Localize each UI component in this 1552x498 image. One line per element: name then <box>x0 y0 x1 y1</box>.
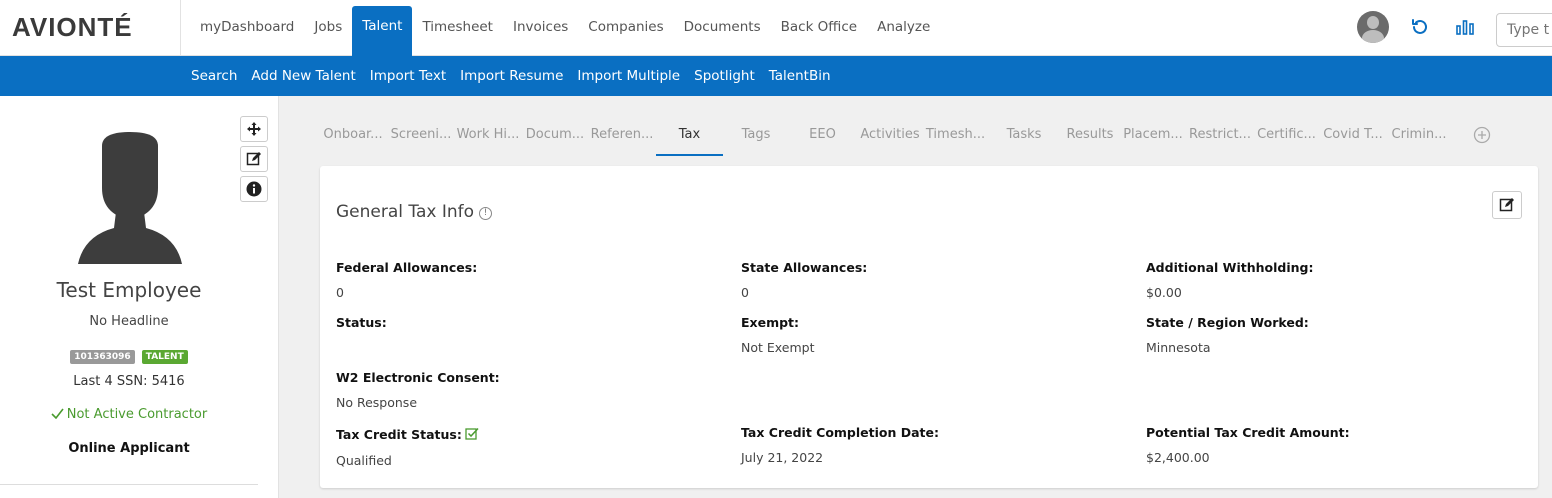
tab-tax[interactable]: Tax <box>656 118 723 156</box>
info-icon <box>246 181 262 197</box>
contractor-status: Not Active Contractor <box>0 407 258 422</box>
nav-item-mydashboard[interactable]: myDashboard <box>190 0 304 56</box>
nav-item-companies[interactable]: Companies <box>578 0 673 56</box>
panel-divider <box>0 484 258 485</box>
federal-allowances-label: Federal Allowances: <box>336 260 478 275</box>
w2-consent-label: W2 Electronic Consent: <box>336 370 500 385</box>
additional-withholding-label: Additional Withholding: <box>1146 260 1314 275</box>
tax-credit-status-label: Tax Credit Status: <box>336 427 479 442</box>
app-logo[interactable]: AVIONTÉ <box>12 12 133 43</box>
nav-item-jobs[interactable]: Jobs <box>304 0 352 56</box>
tax-credit-status-label-text: Tax Credit Status: <box>336 427 462 442</box>
applicant-source: Online Applicant <box>68 441 190 456</box>
subnav-spotlight[interactable]: Spotlight <box>687 56 762 96</box>
edit-profile-button[interactable] <box>240 146 268 172</box>
global-search-input[interactable] <box>1496 13 1552 47</box>
employee-headline: No Headline <box>89 314 169 329</box>
exempt-value: Not Exempt <box>741 340 815 355</box>
sub-nav: Search Add New Talent Import Text Import… <box>184 56 838 96</box>
move-button[interactable] <box>240 116 268 142</box>
info-button[interactable] <box>240 176 268 202</box>
tax-credit-amount-value: $2,400.00 <box>1146 450 1210 465</box>
info-outline-icon[interactable]: ! <box>479 207 493 220</box>
nav-item-invoices[interactable]: Invoices <box>503 0 578 56</box>
add-tab-icon[interactable] <box>1473 126 1491 144</box>
tab-documents[interactable]: Docum... <box>522 118 588 156</box>
talent-badge: TALENT <box>141 350 188 364</box>
badge-row: 101363096 TALENT <box>0 344 258 364</box>
nav-item-talent[interactable]: Talent <box>352 6 413 56</box>
tab-work-history[interactable]: Work Hi... <box>454 118 522 156</box>
id-badge: 101363096 <box>70 350 135 364</box>
checkbox-check-icon <box>465 427 479 440</box>
tab-covid-testing[interactable]: Covid T... <box>1320 118 1386 156</box>
bar-chart-icon[interactable] <box>1454 16 1476 38</box>
tab-onboarding[interactable]: Onboar... <box>318 118 388 156</box>
tax-credit-amount-label: Potential Tax Credit Amount: <box>1146 425 1350 440</box>
tab-criminal[interactable]: Crimin... <box>1386 118 1452 156</box>
logo-divider <box>180 0 181 56</box>
status-label: Status: <box>336 315 387 330</box>
contractor-text: Not Active Contractor <box>66 407 208 422</box>
tab-timesheets[interactable]: Timesh... <box>924 118 987 156</box>
check-icon <box>51 408 64 420</box>
top-navbar: AVIONTÉ myDashboard Jobs Talent Timeshee… <box>0 0 1552 56</box>
edit-icon <box>246 152 261 166</box>
move-icon <box>247 122 261 136</box>
card-title-text: General Tax Info <box>336 202 475 222</box>
card-title: General Tax Info! <box>336 202 493 222</box>
nav-item-documents[interactable]: Documents <box>674 0 771 56</box>
tab-references[interactable]: Referen... <box>588 118 656 156</box>
subnav-import-text[interactable]: Import Text <box>363 56 453 96</box>
refresh-icon[interactable] <box>1409 16 1431 38</box>
subnav-search[interactable]: Search <box>184 56 244 96</box>
subnav-import-resume[interactable]: Import Resume <box>453 56 570 96</box>
tab-certifications[interactable]: Certific... <box>1253 118 1320 156</box>
nav-item-back-office[interactable]: Back Office <box>771 0 867 56</box>
w2-consent-value: No Response <box>336 395 418 410</box>
tab-screening[interactable]: Screeni... <box>388 118 454 156</box>
profile-panel: Test Employee No Headline 101363096 TALE… <box>0 96 279 498</box>
tab-activities[interactable]: Activities <box>856 118 924 156</box>
tax-credit-date-label: Tax Credit Completion Date: <box>741 425 939 440</box>
subnav-talentbin[interactable]: TalentBin <box>762 56 838 96</box>
user-avatar[interactable] <box>1357 11 1389 43</box>
tax-credit-date-value: July 21, 2022 <box>741 450 824 465</box>
main-nav: myDashboard Jobs Talent Timesheet Invoic… <box>190 0 940 56</box>
state-region-label: State / Region Worked: <box>1146 315 1309 330</box>
sub-navbar: Search Add New Talent Import Text Import… <box>0 56 1552 96</box>
state-region-value: Minnesota <box>1146 340 1211 355</box>
exempt-label: Exempt: <box>741 315 800 330</box>
tab-placements[interactable]: Placem... <box>1119 118 1187 156</box>
state-allowances-value: 0 <box>741 285 749 300</box>
tab-results[interactable]: Results <box>1061 118 1119 156</box>
employee-name: Test Employee <box>56 278 202 302</box>
edit-tax-button[interactable] <box>1492 191 1522 219</box>
tab-restrictions[interactable]: Restrict... <box>1187 118 1253 156</box>
federal-allowances-value: 0 <box>336 285 344 300</box>
ssn-text: Last 4 SSN: 5416 <box>73 374 185 389</box>
state-allowances-label: State Allowances: <box>741 260 868 275</box>
subnav-add-new-talent[interactable]: Add New Talent <box>244 56 362 96</box>
tab-tags[interactable]: Tags <box>723 118 789 156</box>
edit-icon <box>1499 198 1514 212</box>
tax-info-card: General Tax Info! Federal Allowances: 0 … <box>320 166 1538 488</box>
additional-withholding-value: $0.00 <box>1146 285 1182 300</box>
subnav-import-multiple[interactable]: Import Multiple <box>570 56 687 96</box>
profile-silhouette-icon <box>78 132 182 264</box>
tab-tasks[interactable]: Tasks <box>987 118 1061 156</box>
tab-eeo[interactable]: EEO <box>789 118 856 156</box>
nav-item-timesheet[interactable]: Timesheet <box>412 0 503 56</box>
tax-credit-status-value: Qualified <box>336 453 392 468</box>
nav-item-analyze[interactable]: Analyze <box>867 0 940 56</box>
